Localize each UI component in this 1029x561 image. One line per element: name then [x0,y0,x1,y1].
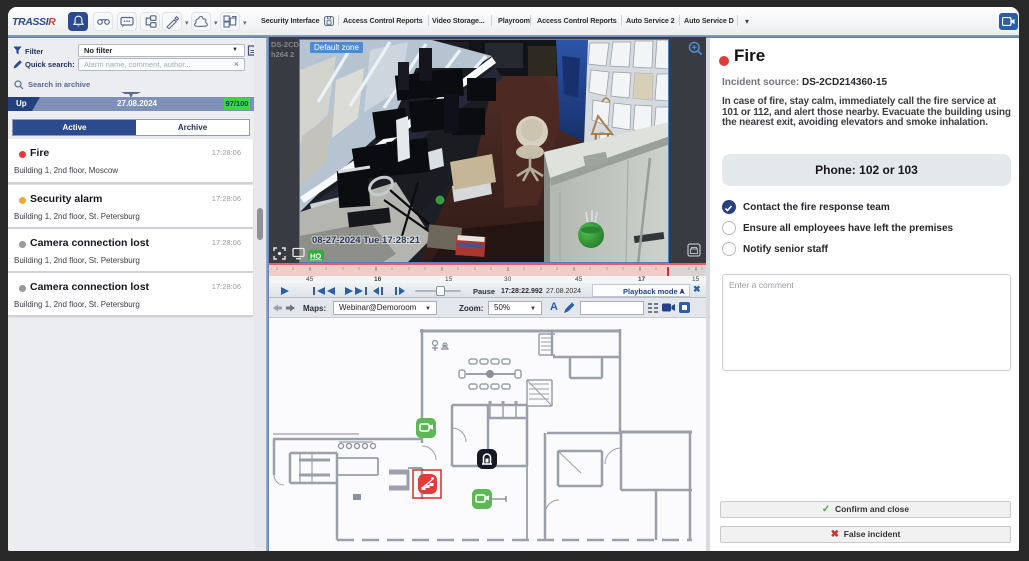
svg-text:08-27-2024 Tue 17:28:21: 08-27-2024 Tue 17:28:21 [312,235,421,246]
